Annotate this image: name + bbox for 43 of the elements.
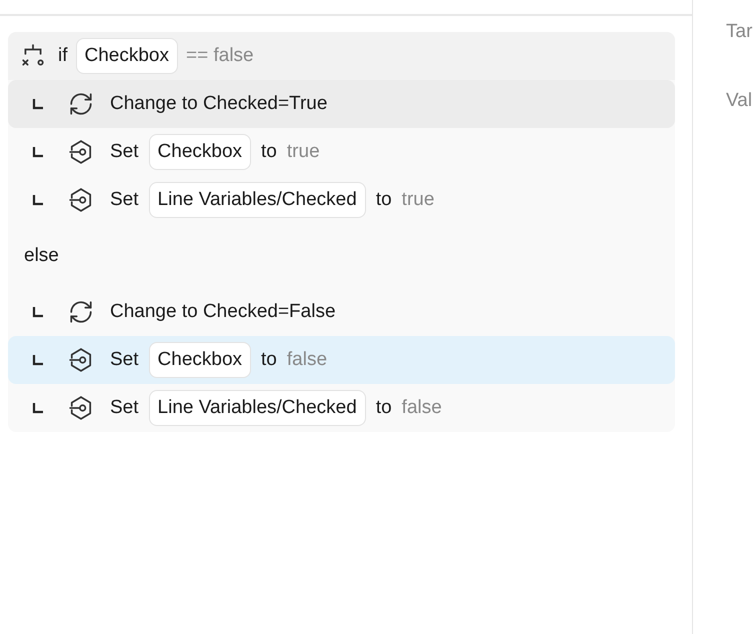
corner-icon (32, 98, 44, 110)
action-text: Change to Checked=False (110, 300, 336, 324)
to-text: to (261, 348, 277, 372)
hexagon-target-icon (68, 139, 94, 165)
set-text: Set (110, 140, 139, 164)
action-row[interactable]: Set Line Variables/Checked to false (8, 384, 675, 432)
corner-icon (32, 402, 44, 414)
else-label: else (24, 244, 59, 268)
action-row[interactable]: Change to Checked=False (8, 288, 675, 336)
variable-chip[interactable]: Line Variables/Checked (148, 390, 366, 426)
variable-chip[interactable]: Checkbox (148, 342, 252, 378)
hexagon-target-icon (68, 187, 94, 213)
property-label: Val (726, 88, 752, 112)
value-text: true (402, 188, 434, 212)
condition-text: == false (186, 44, 254, 68)
value-text: false (286, 348, 328, 372)
refresh-icon (68, 299, 94, 325)
condition-header[interactable]: if Checkbox == false (8, 32, 675, 80)
to-text: to (376, 396, 392, 420)
action-row[interactable]: Change to Checked=True (8, 80, 675, 128)
value-text: true (286, 140, 320, 164)
keyword-text: if (58, 44, 68, 68)
variable-chip[interactable]: Line Variables/Checked (148, 182, 366, 218)
action-text: Change to Checked=True (110, 92, 328, 116)
refresh-icon (68, 91, 94, 117)
to-text: to (376, 188, 392, 212)
variable-chip[interactable]: Checkbox (76, 38, 178, 74)
set-text: Set (110, 396, 139, 420)
set-text: Set (110, 188, 139, 212)
to-text: to (261, 140, 277, 164)
corner-icon (32, 146, 44, 158)
corner-icon (32, 306, 44, 318)
action-row[interactable]: Set Line Variables/Checked to true (8, 176, 675, 224)
hexagon-target-icon (68, 395, 94, 421)
action-row[interactable]: Set Checkbox to true (8, 128, 675, 176)
property-label: Tar (726, 20, 752, 44)
corner-icon (32, 354, 44, 366)
variable-chip[interactable]: Checkbox (148, 134, 252, 170)
corner-icon (32, 194, 44, 206)
hexagon-target-icon (68, 347, 94, 373)
set-text: Set (110, 348, 139, 372)
action-row[interactable]: Set Checkbox to false (8, 336, 675, 384)
value-text: false (402, 396, 442, 420)
